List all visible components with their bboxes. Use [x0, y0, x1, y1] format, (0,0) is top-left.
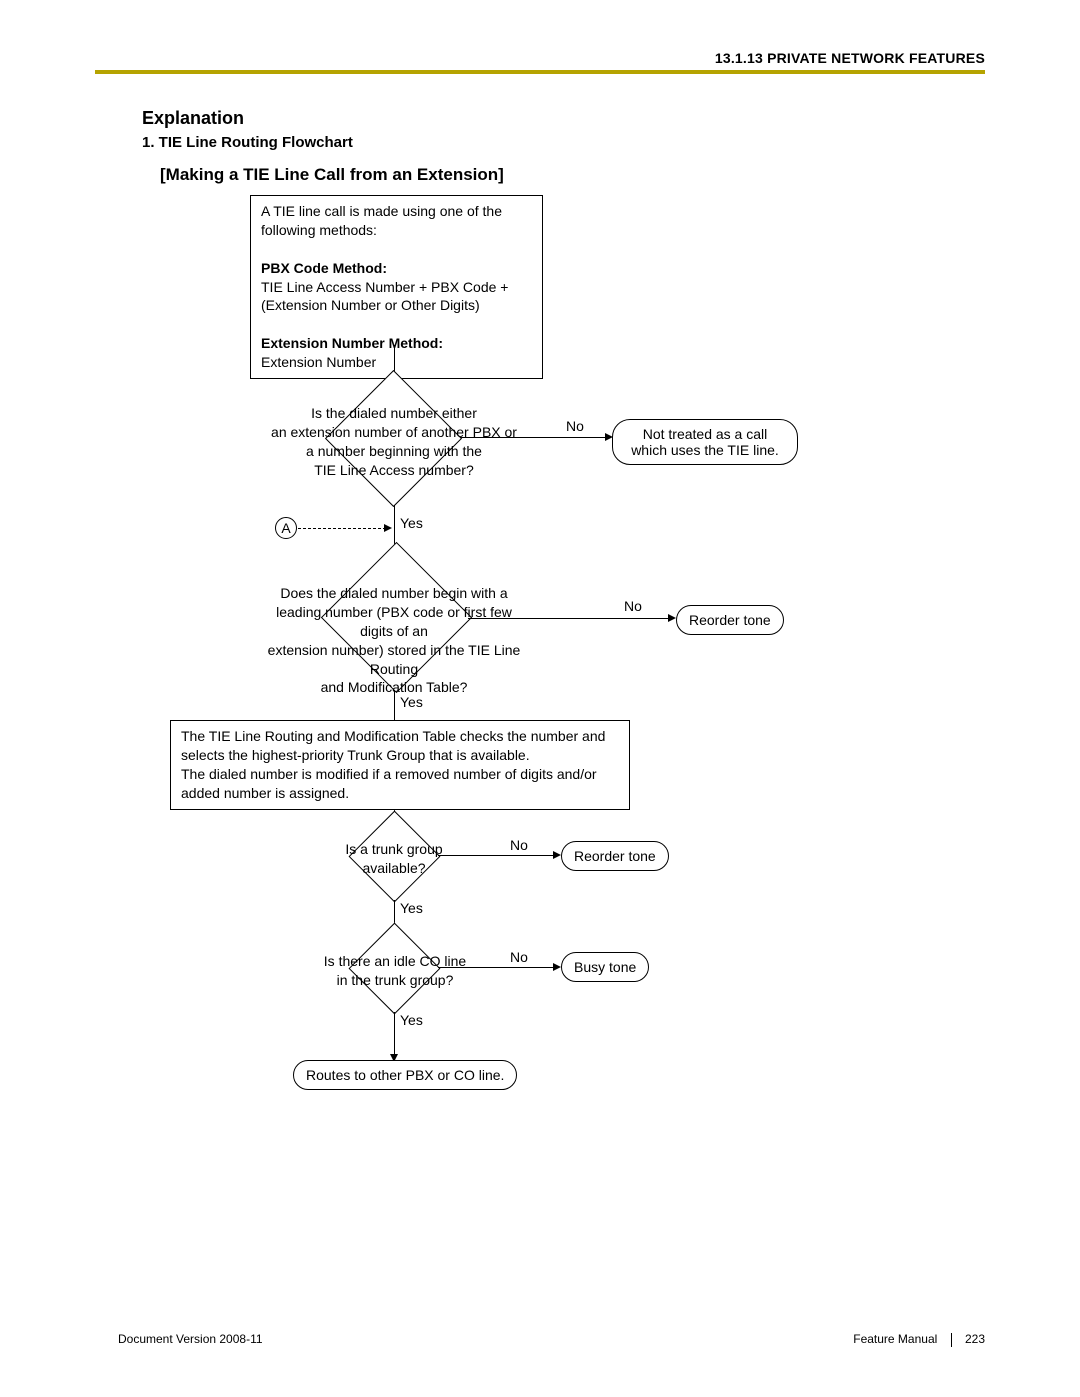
connector-a: A [275, 517, 297, 539]
method1-title: PBX Code Method: [261, 260, 387, 276]
arrow-right-icon [384, 524, 392, 532]
decision-dialed-number [325, 370, 462, 507]
arrow-right-icon [553, 963, 561, 971]
arrow-right-icon [668, 614, 676, 622]
heading-explanation: Explanation [142, 108, 244, 129]
flow-line-dashed [298, 528, 386, 529]
terminal-reorder-1: Reorder tone [676, 605, 784, 635]
flow-process-routing-table: The TIE Line Routing and Modification Ta… [170, 720, 630, 810]
header-rule [95, 70, 985, 74]
decision-leading-number [321, 542, 472, 693]
branch-label-yes: Yes [398, 900, 425, 916]
branch-label-yes: Yes [398, 515, 425, 531]
branch-label-no: No [622, 598, 644, 614]
branch-label-yes: Yes [398, 1012, 425, 1028]
method2-title: Extension Number Method: [261, 335, 443, 351]
decision-idle-co [349, 923, 441, 1015]
intro-lead: A TIE line call is made using one of the… [261, 203, 502, 238]
document-page: 13.1.13 PRIVATE NETWORK FEATURES Explana… [0, 0, 1080, 1397]
flow-line [460, 437, 610, 438]
flow-line [394, 1012, 395, 1060]
flow-line [468, 618, 673, 619]
flow-line [438, 967, 558, 968]
footer-separator [951, 1333, 952, 1347]
branch-label-yes: Yes [398, 694, 425, 710]
flow-process-intro: A TIE line call is made using one of the… [250, 195, 543, 379]
running-header: 13.1.13 PRIVATE NETWORK FEATURES [715, 50, 985, 66]
footer-doc-version: Document Version 2008-11 [118, 1332, 263, 1346]
branch-label-no: No [564, 418, 586, 434]
branch-label-no: No [508, 837, 530, 853]
terminal-busy: Busy tone [561, 952, 649, 982]
method1-body: TIE Line Access Number + PBX Code + (Ext… [261, 279, 508, 314]
branch-label-no: No [508, 949, 530, 965]
heading-item: 1. TIE Line Routing Flowchart [142, 134, 353, 151]
page-footer: Document Version 2008-11 Feature Manual … [118, 1332, 985, 1347]
footer-page-number: 223 [965, 1332, 985, 1346]
heading-subtitle: [Making a TIE Line Call from an Extensio… [160, 165, 504, 185]
arrow-right-icon [553, 851, 561, 859]
terminal-reorder-2: Reorder tone [561, 841, 669, 871]
terminal-not-tie: Not treated as a call which uses the TIE… [612, 419, 798, 465]
decision-trunk-available [349, 811, 441, 903]
method2-body: Extension Number [261, 354, 376, 370]
flow-line [394, 690, 395, 720]
footer-manual-name: Feature Manual [853, 1332, 937, 1346]
terminal-route: Routes to other PBX or CO line. [293, 1060, 517, 1090]
flow-line [438, 855, 558, 856]
